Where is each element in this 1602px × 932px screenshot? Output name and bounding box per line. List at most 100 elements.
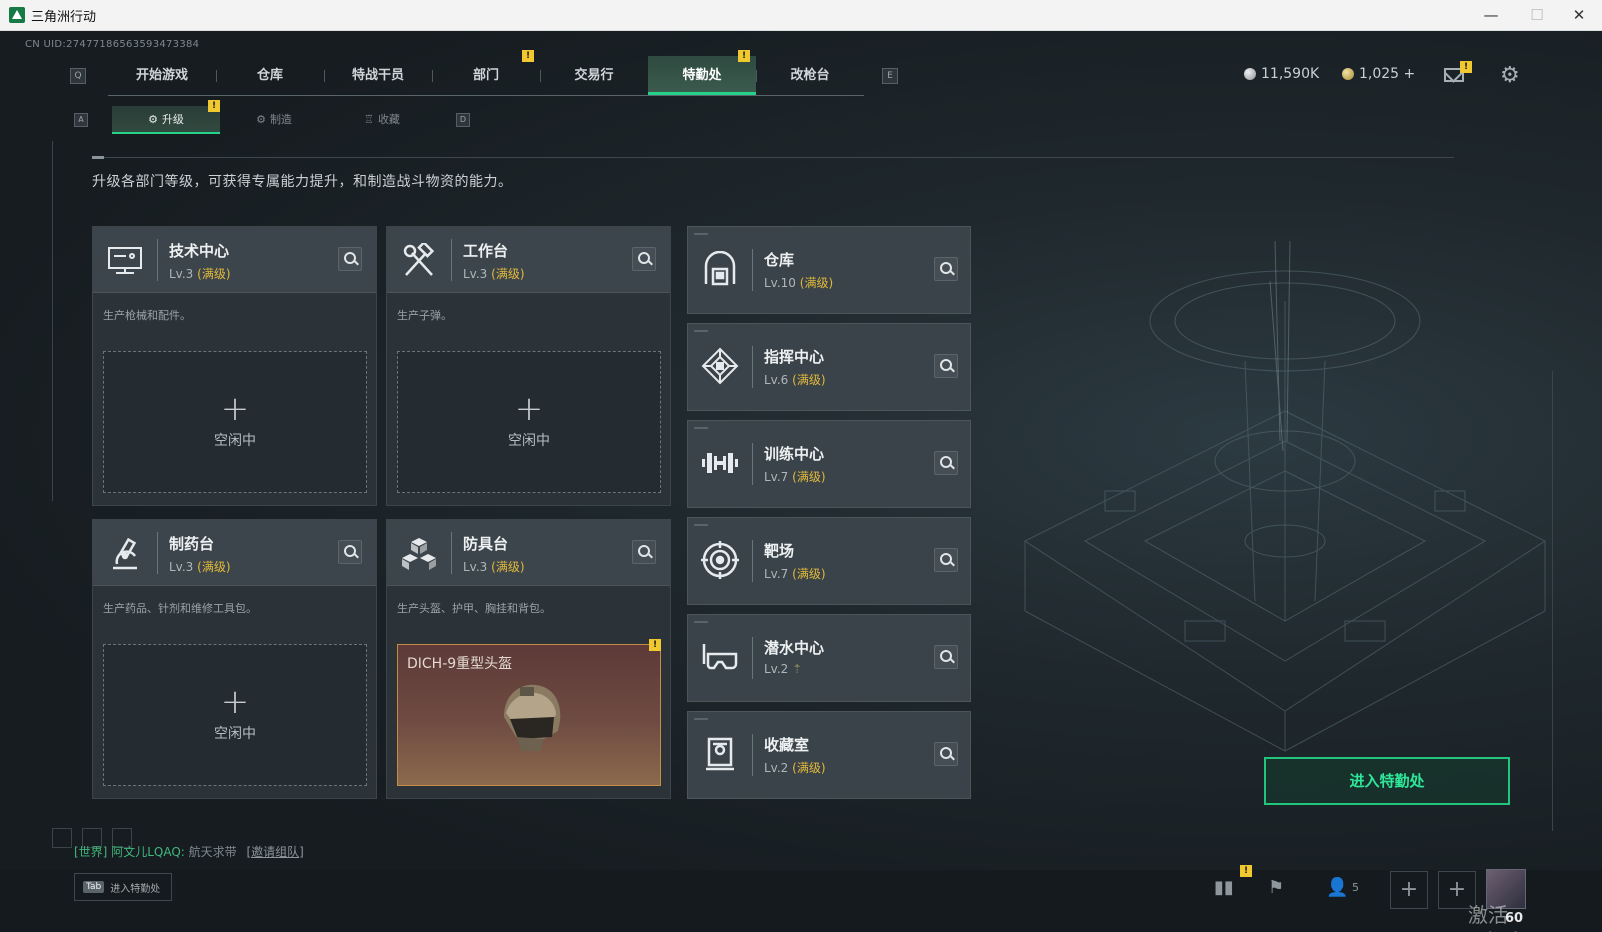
tab-label: 仓库 (256, 68, 283, 83)
close-button[interactable]: ✕ (1556, 0, 1602, 31)
card-header: 防具台 Lv.3 (满级) (387, 520, 670, 586)
add-squad-slot-button[interactable]: + (1390, 871, 1428, 909)
facility-card-pharmacy[interactable]: 制药台 Lv.3 (满级) 生产药品、针剂和维修工具包。 + 空闲中 (92, 519, 377, 799)
gold-currency[interactable]: 1,025 + (1342, 66, 1415, 82)
tab-start-game[interactable]: 开始游戏 (108, 56, 216, 95)
alert-icon: ! (738, 50, 750, 62)
inspect-search-icon[interactable] (934, 742, 958, 766)
gold-coin-icon (1342, 68, 1354, 80)
department-name: 指挥中心 (764, 348, 825, 366)
maximize-button[interactable]: ☐ (1514, 0, 1560, 31)
chat-message: 航天求带 (188, 845, 237, 859)
facility-card-tech-center[interactable]: 技术中心 Lv.3 (满级) 生产枪械和配件。 + 空闲中 (92, 226, 377, 506)
tab-operators[interactable]: 特战干员 (324, 56, 432, 95)
collection-icon (700, 734, 740, 774)
enter-special-ops-button[interactable]: 进入特勤处 (1264, 757, 1510, 805)
inspect-search-icon[interactable] (934, 451, 958, 475)
frame-line (1552, 371, 1553, 831)
production-slot[interactable]: + 空闲中 (103, 351, 367, 493)
diving-mask-icon (700, 637, 740, 677)
add-plus-icon: + (220, 682, 250, 722)
card-header: 技术中心 Lv.3 (满级) (93, 227, 376, 293)
card-separator (157, 239, 158, 281)
friends-icon[interactable]: 👤 (1326, 877, 1348, 898)
inspect-search-icon[interactable] (632, 247, 656, 271)
chat-line[interactable]: [世界] 阿文儿LQAQ: 航天求带 [邀请组队] (74, 843, 304, 860)
tab-department[interactable]: 部门! (432, 50, 540, 95)
tab-trading[interactable]: 交易行 (540, 56, 648, 95)
hammer-wrench-icon (399, 241, 439, 281)
department-name: 靶场 (764, 542, 795, 560)
main-tabs: 开始游戏 仓库 特战干员 部门! 交易行 特勤处! 改枪台 (108, 50, 864, 96)
window-titlebar: 三角洲行动 — ☐ ✕ (0, 0, 1602, 31)
tab-gunsmith[interactable]: 改枪台 (756, 56, 864, 95)
card-separator (752, 249, 753, 291)
minimize-button[interactable]: — (1468, 0, 1514, 31)
facility-level: Lv.3 (满级) (169, 267, 231, 281)
silver-currency[interactable]: 11,590K (1244, 66, 1319, 82)
department-card-warehouse[interactable]: 仓库 Lv.10 (满级) (687, 226, 971, 314)
department-card-collection-room[interactable]: 收藏室 Lv.2 (满级) (687, 711, 971, 799)
inspect-search-icon[interactable] (338, 540, 362, 564)
department-level: Lv.2 ⇡ (764, 662, 803, 676)
inspect-search-icon[interactable] (632, 540, 656, 564)
card-separator (451, 239, 452, 281)
inspect-search-icon[interactable] (338, 247, 362, 271)
card-separator (752, 443, 753, 485)
nav-next-key-hint[interactable]: E (882, 68, 898, 84)
add-plus-icon: + (514, 389, 544, 429)
inspect-search-icon[interactable] (934, 257, 958, 281)
department-name: 仓库 (764, 251, 795, 269)
helmet-image (504, 684, 561, 751)
department-card-command-center[interactable]: 指挥中心 Lv.6 (满级) (687, 323, 971, 411)
tab-enter-hint[interactable]: Tab 进入特勤处 (74, 873, 172, 901)
subnav-prev-key-hint[interactable]: A (74, 113, 88, 127)
frame-line (52, 141, 53, 501)
nav-prev-key-hint[interactable]: Q (70, 68, 86, 84)
card-header: 制药台 Lv.3 (满级) (93, 520, 376, 586)
department-card-training-center[interactable]: 训练中心 Lv.7 (满级) (687, 420, 971, 508)
department-level: Lv.6 (满级) (764, 373, 826, 387)
player-uid: CN UID:2747718656359347338​4 (25, 39, 200, 50)
production-slot-item[interactable]: DICH-9重型头盔 ! (397, 639, 661, 786)
facility-name: 工作台 (463, 242, 509, 260)
production-slot[interactable]: + 空闲中 (397, 351, 661, 493)
monitor-icon (105, 241, 145, 281)
subtab-label: 升级 (161, 113, 184, 126)
chat-user[interactable]: 阿文儿LQAQ: (111, 845, 185, 859)
facility-level: Lv.3 (满级) (463, 267, 525, 281)
facility-card-workbench[interactable]: 工作台 Lv.3 (满级) 生产子弹。 + 空闲中 (386, 226, 671, 506)
craft-icon: ⚙ (256, 113, 266, 126)
department-card-shooting-range[interactable]: 靶场 Lv.7 (满级) (687, 517, 971, 605)
tab-warehouse[interactable]: 仓库 (216, 56, 324, 95)
silver-amount: 11,590K (1261, 66, 1320, 82)
tab-key: Tab (83, 881, 105, 893)
inspect-search-icon[interactable] (934, 645, 958, 669)
item-name: DICH-9重型头盔 (407, 656, 513, 672)
slot-status: 空闲中 (214, 726, 256, 742)
subnav-next-key-hint[interactable]: D (456, 113, 470, 127)
subtab-craft[interactable]: ⚙ 制造 (220, 106, 328, 134)
page-description: 升级各部门等级，可获得专属能力提升，和制造战斗物资的能力。 (92, 174, 513, 190)
settings-gear-icon[interactable]: ⚙ (1500, 63, 1520, 88)
inspect-search-icon[interactable] (934, 354, 958, 378)
facility-card-armor-bench[interactable]: 防具台 Lv.3 (满级) 生产头盔、护甲、胸挂和背包。 DICH-9重型头盔 … (386, 519, 671, 799)
card-corner-mark (694, 233, 708, 235)
slot-status: 空闲中 (214, 433, 256, 449)
friends-count: 5 (1352, 881, 1359, 894)
card-separator (451, 532, 452, 574)
stats-chart-icon[interactable]: ▮▮ (1214, 877, 1234, 898)
alert-icon: ! (1240, 865, 1252, 877)
production-slot[interactable]: + 空闲中 (103, 644, 367, 786)
subtab-upgrade[interactable]: ⚙ 升级! (112, 100, 220, 134)
tab-special-ops[interactable]: 特勤处! (648, 50, 756, 95)
facility-description: 生产头盔、护甲、胸挂和背包。 (397, 602, 551, 615)
tab-label: 特勤处 (682, 68, 722, 83)
facility-level: Lv.3 (满级) (169, 560, 231, 574)
flag-icon[interactable]: ⚑ (1268, 877, 1284, 898)
department-card-diving-center[interactable]: 潜水中心 Lv.2 ⇡ (687, 614, 971, 702)
chat-invite-link[interactable]: [邀请组队] (247, 845, 304, 859)
deco-square (52, 828, 72, 848)
subtab-collect[interactable]: ♖ 收藏 (328, 106, 436, 134)
inspect-search-icon[interactable] (934, 548, 958, 572)
